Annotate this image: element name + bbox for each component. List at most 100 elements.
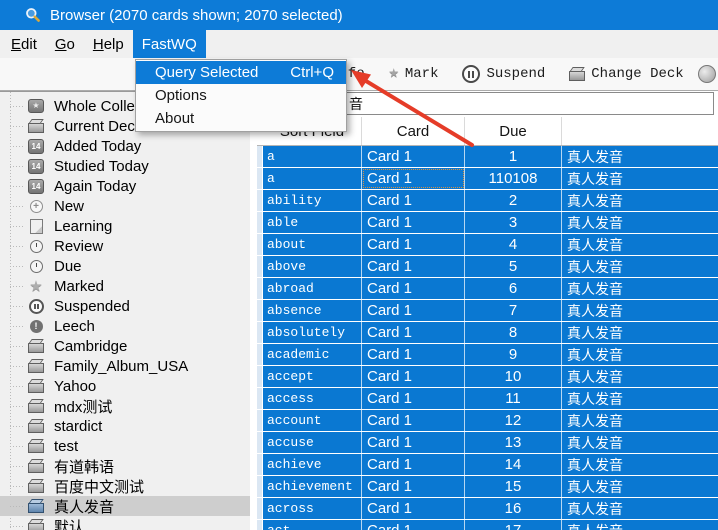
cell-deck: 真人发音 <box>562 300 718 321</box>
menu-item-query-selected[interactable]: Query SelectedCtrl+Q <box>136 61 346 84</box>
menu-item-about[interactable]: About <box>136 107 346 130</box>
table-row[interactable]: accessCard 111真人发音 <box>257 388 718 409</box>
menu-item-shortcut: Ctrl+Q <box>290 64 334 81</box>
sidebar-item-label: 有道韩语 <box>54 456 114 477</box>
cell-deck: 真人发音 <box>562 476 718 497</box>
deck-blue-icon <box>27 498 45 514</box>
menu-bar: EditGoHelpFastWQ <box>0 30 718 58</box>
toolbar-button-label: Change Deck <box>591 66 683 82</box>
sidebar: Whole CollectionCurrent DeckAdded TodayS… <box>0 91 250 530</box>
cell-card: Card 1 <box>362 520 465 530</box>
toolbar-button-mark[interactable]: ★Mark <box>389 66 439 82</box>
menubar-item-fastwq[interactable]: FastWQ <box>133 30 206 58</box>
cell-sort-field: access <box>263 388 362 409</box>
cell-sort-field: a <box>263 168 362 189</box>
sidebar-item-label: Marked <box>54 278 104 295</box>
menubar-item-help[interactable]: Help <box>84 30 133 58</box>
cell-sort-field: accuse <box>263 432 362 453</box>
column-header-deck[interactable] <box>562 117 718 145</box>
cell-card: Card 1 <box>362 454 465 475</box>
sidebar-item-studied-today[interactable]: Studied Today <box>0 156 250 176</box>
sidebar-item-item[interactable]: 百度中文测试 <box>0 476 250 496</box>
deck-icon-body <box>28 383 44 393</box>
toolbar-button-change-deck[interactable]: Change Deck <box>569 66 683 82</box>
table-row[interactable]: ableCard 13真人发音 <box>257 212 718 233</box>
sidebar-item-marked[interactable]: Marked <box>0 276 250 296</box>
menubar-item-edit[interactable]: Edit <box>2 30 46 58</box>
table-row[interactable]: abroadCard 16真人发音 <box>257 278 718 299</box>
cell-due: 12 <box>465 410 562 431</box>
box-icon <box>27 98 45 114</box>
sidebar-item-learning[interactable]: Learning <box>0 216 250 236</box>
sidebar-item-item[interactable]: 默认 <box>0 516 250 530</box>
table-row[interactable]: absenceCard 17真人发音 <box>257 300 718 321</box>
cell-card: Card 1 <box>362 366 465 387</box>
cell-due: 17 <box>465 520 562 530</box>
deck-icon-body <box>28 503 44 513</box>
toolbar-button-circle[interactable] <box>698 65 716 83</box>
sidebar-item-item[interactable]: 真人发音 <box>0 496 250 516</box>
table-row[interactable]: aboveCard 15真人发音 <box>257 256 718 277</box>
sidebar-item-test[interactable]: test <box>0 436 250 456</box>
table-row[interactable]: accuseCard 113真人发音 <box>257 432 718 453</box>
column-header-card[interactable]: Card <box>362 117 465 145</box>
menubar-item-go[interactable]: Go <box>46 30 84 58</box>
sidebar-item-family-album-usa[interactable]: Family_Album_USA <box>0 356 250 376</box>
sidebar-item-added-today[interactable]: Added Today <box>0 136 250 156</box>
table-row[interactable]: achievementCard 115真人发音 <box>257 476 718 497</box>
cell-due: 2 <box>465 190 562 211</box>
sidebar-item-review[interactable]: Review <box>0 236 250 256</box>
sidebar-item-stardict[interactable]: stardict <box>0 416 250 436</box>
table-row[interactable]: acrossCard 116真人发音 <box>257 498 718 519</box>
table-row[interactable]: absolutelyCard 18真人发音 <box>257 322 718 343</box>
table-row[interactable]: accountCard 112真人发音 <box>257 410 718 431</box>
cell-deck: 真人发音 <box>562 278 718 299</box>
table-row[interactable]: acceptCard 110真人发音 <box>257 366 718 387</box>
deck-icon-body <box>28 443 44 453</box>
sidebar-item-again-today[interactable]: Again Today <box>0 176 250 196</box>
table-row[interactable]: actCard 117真人发音 <box>257 520 718 530</box>
cell-due: 8 <box>465 322 562 343</box>
toolbar-button-label: Mark <box>405 66 439 82</box>
cell-deck: 真人发音 <box>562 344 718 365</box>
cell-due: 13 <box>465 432 562 453</box>
cell-sort-field: accept <box>263 366 362 387</box>
circle-icon <box>698 65 716 83</box>
table-row[interactable]: aCard 11真人发音 <box>257 146 718 167</box>
sidebar-item-label: Leech <box>54 318 95 335</box>
cell-deck: 真人发音 <box>562 256 718 277</box>
deck-icon <box>27 518 45 530</box>
cell-card: Card 1 <box>362 278 465 299</box>
column-header-due[interactable]: Due <box>465 117 562 145</box>
window-title: Browser (2070 cards shown; 2070 selected… <box>50 7 343 24</box>
table-row[interactable]: academicCard 19真人发音 <box>257 344 718 365</box>
sidebar-item-item[interactable]: 有道韩语 <box>0 456 250 476</box>
toolbar-button-suspend[interactable]: Suspend <box>462 65 545 83</box>
table-row[interactable]: aCard 1110108真人发音 <box>257 168 718 189</box>
cell-sort-field: achieve <box>263 454 362 475</box>
sidebar-item-cambridge[interactable]: Cambridge <box>0 336 250 356</box>
sidebar-item-leech[interactable]: Leech <box>0 316 250 336</box>
sidebar-item-due[interactable]: Due <box>0 256 250 276</box>
sidebar-item-label: 真人发音 <box>54 496 114 517</box>
table-row[interactable]: aboutCard 14真人发音 <box>257 234 718 255</box>
cell-deck: 真人发音 <box>562 212 718 233</box>
cal-icon <box>27 138 45 154</box>
sidebar-item-label: Family_Album_USA <box>54 358 188 375</box>
cell-deck: 真人发音 <box>562 190 718 211</box>
deck-icon-body <box>28 523 44 530</box>
table-row[interactable]: achieveCard 114真人发音 <box>257 454 718 475</box>
cell-sort-field: absolutely <box>263 322 362 343</box>
sidebar-item-yahoo[interactable]: Yahoo <box>0 376 250 396</box>
cell-sort-field: ability <box>263 190 362 211</box>
sidebar-item-mdx[interactable]: mdx测试 <box>0 396 250 416</box>
cell-card: Card 1 <box>362 432 465 453</box>
sidebar-item-new[interactable]: New <box>0 196 250 216</box>
table-row[interactable]: abilityCard 12真人发音 <box>257 190 718 211</box>
deck-icon <box>27 118 45 134</box>
toolbar-button-label: Suspend <box>486 66 545 82</box>
page-icon <box>27 218 45 234</box>
menu-item-options[interactable]: Options <box>136 84 346 107</box>
cal-icon <box>27 158 45 174</box>
sidebar-item-suspended[interactable]: Suspended <box>0 296 250 316</box>
